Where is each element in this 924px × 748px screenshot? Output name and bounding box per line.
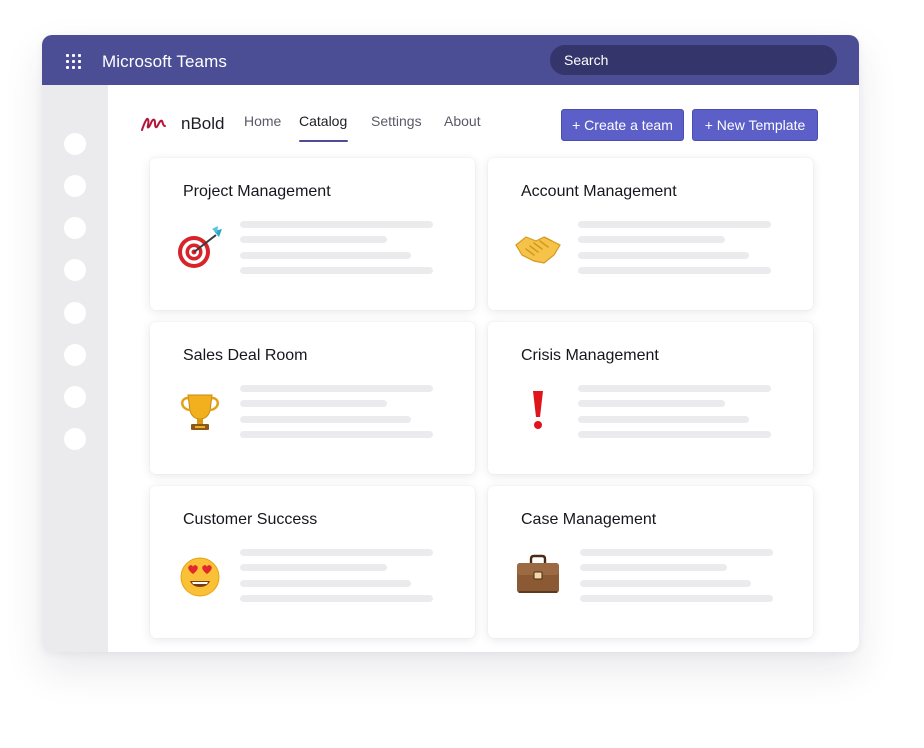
placeholder-line — [578, 416, 749, 423]
placeholder-line — [580, 580, 751, 587]
create-team-button[interactable]: + Create a team — [561, 109, 684, 141]
exclamation-icon — [533, 391, 543, 429]
placeholder-line — [578, 221, 771, 228]
rail-item[interactable] — [64, 302, 86, 324]
rail-item[interactable] — [64, 386, 86, 408]
placeholder-line — [240, 595, 433, 602]
placeholder-line — [578, 400, 725, 407]
card-title: Account Management — [521, 183, 677, 200]
placeholder-line — [578, 267, 771, 274]
card-title: Sales Deal Room — [183, 347, 308, 364]
briefcase-icon — [517, 554, 559, 593]
card-title: Project Management — [183, 183, 331, 200]
placeholder-line — [240, 267, 433, 274]
rail-item[interactable] — [64, 428, 86, 450]
rail-item[interactable] — [64, 175, 86, 197]
template-card-customer-success[interactable]: Customer Success — [150, 486, 475, 638]
brand-name: nBold — [181, 114, 225, 133]
left-rail — [42, 85, 108, 652]
template-card-project-management[interactable]: Project Management — [150, 158, 475, 310]
placeholder-line — [580, 549, 773, 556]
placeholder-line — [240, 431, 433, 438]
placeholder-line — [240, 385, 433, 392]
rail-item[interactable] — [64, 133, 86, 155]
rail-item[interactable] — [64, 259, 86, 281]
template-card-sales-deal-room[interactable]: Sales Deal Room — [150, 322, 475, 474]
card-title: Crisis Management — [521, 347, 659, 364]
new-template-button[interactable]: + New Template — [692, 109, 818, 141]
rail-item[interactable] — [64, 217, 86, 239]
nav-catalog[interactable]: Catalog — [299, 113, 347, 129]
placeholder-line — [578, 236, 725, 243]
app-launcher-icon[interactable] — [66, 54, 82, 69]
card-title: Case Management — [521, 511, 657, 528]
placeholder-line — [240, 580, 411, 587]
card-title: Customer Success — [183, 511, 318, 528]
placeholder-line — [240, 252, 411, 259]
heart-eyes-icon — [180, 557, 220, 597]
search-input[interactable]: Search — [550, 45, 837, 75]
nbold-logo-icon — [141, 117, 166, 131]
trophy-icon — [181, 394, 219, 430]
nav-about[interactable]: About — [444, 113, 481, 129]
template-card-crisis-management[interactable]: Crisis Management — [488, 322, 813, 474]
placeholder-line — [578, 385, 771, 392]
rail-item[interactable] — [64, 344, 86, 366]
placeholder-line — [240, 400, 387, 407]
nav-active-indicator — [299, 140, 348, 142]
placeholder-line — [240, 564, 387, 571]
template-card-case-management[interactable]: Case Management — [488, 486, 813, 638]
placeholder-line — [240, 549, 433, 556]
teams-header: Microsoft Teams Search — [42, 35, 859, 85]
placeholder-line — [240, 236, 387, 243]
app-title: Microsoft Teams — [102, 52, 227, 71]
nav-settings[interactable]: Settings — [371, 113, 422, 129]
teams-window: Microsoft Teams Search nBold Home Catalo… — [42, 35, 859, 652]
placeholder-line — [578, 431, 771, 438]
search-placeholder: Search — [564, 52, 609, 68]
handshake-icon — [515, 236, 561, 264]
nav-home[interactable]: Home — [244, 113, 281, 129]
placeholder-line — [578, 252, 749, 259]
placeholder-line — [580, 595, 773, 602]
template-card-account-management[interactable]: Account Management — [488, 158, 813, 310]
placeholder-line — [580, 564, 727, 571]
placeholder-line — [240, 416, 411, 423]
placeholder-line — [240, 221, 433, 228]
target-icon — [178, 226, 222, 268]
